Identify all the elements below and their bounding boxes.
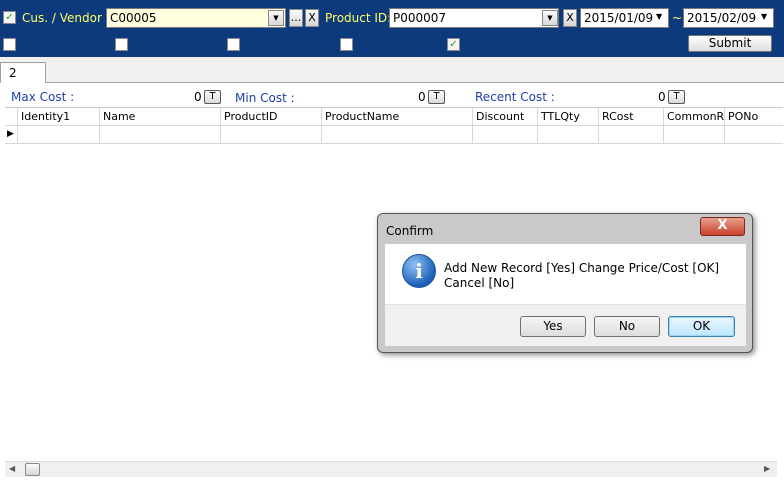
column-header-identity1[interactable]: Identity1	[18, 108, 100, 126]
type-sales-order-checkbox[interactable]: ✓	[447, 38, 460, 51]
column-header-name[interactable]: Name	[100, 108, 221, 126]
date-from-value: 2015/01/09	[584, 11, 654, 25]
product-id-dropdown-button[interactable]: ▼	[542, 10, 558, 26]
min-cost-value: 0	[418, 90, 426, 104]
cell-discount[interactable]	[473, 126, 538, 144]
cus-vendor-checkbox[interactable]: ✓	[3, 11, 16, 24]
cell-name[interactable]	[100, 126, 221, 144]
date-to-dropdown-icon[interactable]: ▼	[761, 12, 767, 21]
type-se-checkbox[interactable]	[115, 38, 128, 51]
horizontal-scrollbar[interactable]: ◀ ▶	[5, 461, 777, 477]
browse-button[interactable]: ...	[289, 9, 303, 27]
confirm-dialog: Confirm X i Add New Record [Yes] Change …	[377, 213, 753, 353]
product-id-label: Product ID:	[325, 11, 392, 25]
date-to-value: 2015/02/09	[687, 11, 757, 25]
type-purchase-order-checkbox[interactable]	[227, 38, 240, 51]
type-quotation-label: Quotation	[355, 38, 415, 52]
min-cost-t-button[interactable]: T	[428, 90, 445, 104]
cus-vendor-label: Cus. / Vendor :	[22, 11, 110, 25]
tab-2[interactable]: 2	[0, 62, 46, 83]
type-se-label: SE	[130, 38, 146, 52]
no-button[interactable]: No	[594, 316, 660, 337]
column-header-pono[interactable]: PONo	[725, 108, 783, 126]
recent-cost-label: Recent Cost :	[475, 90, 555, 104]
cell-productname[interactable]	[322, 126, 473, 144]
table-row[interactable]: ▶	[5, 126, 783, 144]
column-header-productname[interactable]: ProductName	[322, 108, 473, 126]
cell-productid[interactable]	[221, 126, 322, 144]
type-purchase-order-label: Purchase Order	[242, 38, 335, 52]
column-header-rcost[interactable]: RCost	[599, 108, 664, 126]
cell-pono[interactable]	[725, 126, 783, 144]
min-cost-label: Min Cost :	[235, 91, 295, 105]
grid-header: Identity1 Name ProductID ProductName Dis…	[5, 108, 783, 126]
type-pe-checkbox[interactable]	[3, 38, 16, 51]
column-header-discount[interactable]: Discount	[473, 108, 538, 126]
type-sales-order-label: Sales Order	[462, 38, 532, 52]
dialog-title: Confirm	[386, 224, 434, 238]
max-cost-value: 0	[194, 90, 202, 104]
date-from-dropdown-icon[interactable]: ▼	[656, 12, 662, 21]
product-id-input[interactable]: P000007	[389, 8, 559, 28]
cell-ttlqty[interactable]	[538, 126, 599, 144]
submit-button[interactable]: Submit	[688, 35, 772, 52]
cell-rcost[interactable]	[599, 126, 664, 144]
info-icon: i	[402, 254, 436, 288]
column-header-productid[interactable]: ProductID	[221, 108, 322, 126]
max-cost-label: Max Cost :	[11, 90, 75, 104]
dialog-message: Add New Record [Yes] Change Price/Cost […	[444, 261, 720, 290]
cus-vendor-dropdown-button[interactable]: ▼	[268, 10, 284, 26]
dialog-close-button[interactable]: X	[700, 217, 745, 236]
row-indicator-icon: ▶	[5, 126, 18, 144]
recent-cost-t-button[interactable]: T	[668, 90, 685, 104]
scroll-left-icon[interactable]: ◀	[9, 464, 15, 473]
cus-vendor-input[interactable]: C00005	[106, 8, 286, 28]
row-header-corner	[5, 108, 18, 126]
dialog-body: i Add New Record [Yes] Change Price/Cost…	[385, 244, 746, 304]
type-pe-label: PE	[18, 38, 33, 52]
dialog-footer: Yes No OK	[385, 304, 746, 346]
recent-cost-value: 0	[658, 90, 666, 104]
scroll-thumb[interactable]	[25, 463, 40, 476]
type-quotation-checkbox[interactable]	[340, 38, 353, 51]
date-separator: ~	[672, 11, 683, 25]
scroll-right-icon[interactable]: ▶	[764, 464, 770, 473]
max-cost-t-button[interactable]: T	[204, 90, 221, 104]
cus-vendor-clear-button[interactable]: X	[305, 9, 319, 27]
column-header-commonref[interactable]: CommonRef	[664, 108, 725, 126]
ok-button[interactable]: OK	[668, 316, 735, 337]
cell-commonref[interactable]	[664, 126, 725, 144]
cell-identity1[interactable]	[18, 126, 100, 144]
yes-button[interactable]: Yes	[520, 316, 586, 337]
product-id-clear-button[interactable]: X	[563, 9, 577, 27]
column-header-ttlqty[interactable]: TTLQty	[538, 108, 599, 126]
